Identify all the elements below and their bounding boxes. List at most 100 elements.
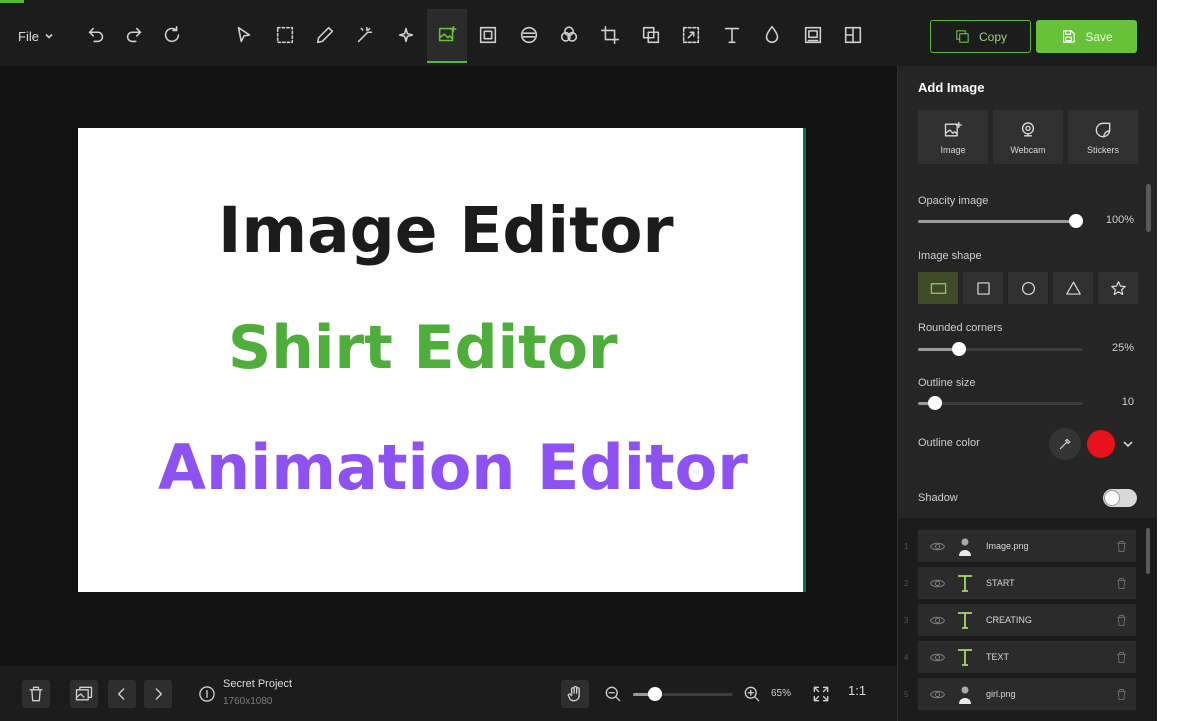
layer-row[interactable]: 3 CREATING xyxy=(904,604,1136,636)
image-add-icon xyxy=(438,25,457,42)
previous-button[interactable] xyxy=(108,680,136,708)
rounded-corners-value[interactable]: 25% xyxy=(1094,338,1134,358)
redo-button[interactable] xyxy=(121,22,147,48)
add-stickers-label: Stickers xyxy=(1086,144,1119,155)
artboard[interactable]: Image Editor Shirt Editor Animation Edit… xyxy=(78,128,806,592)
delete-layer-button[interactable] xyxy=(1106,604,1136,636)
layer-row[interactable]: 1 Image.png xyxy=(904,530,1136,562)
gallery-button[interactable] xyxy=(70,680,98,708)
canvas-text-image-editor[interactable]: Image Editor xyxy=(218,194,674,267)
properties-panel: Add Image Image Webcam Stickers Opacity … xyxy=(897,66,1157,721)
layers-scrollbar[interactable] xyxy=(1146,528,1150,574)
file-menu-label: File xyxy=(18,28,39,44)
layer-row[interactable]: 5 girl.png xyxy=(904,678,1136,710)
color-adjust-tool-button[interactable] xyxy=(556,22,582,48)
mask-icon xyxy=(520,26,538,44)
background-tool-button[interactable] xyxy=(800,22,826,48)
delete-button[interactable] xyxy=(22,680,50,708)
shape-triangle-button[interactable] xyxy=(1053,272,1093,304)
mask-tool-button[interactable] xyxy=(516,22,542,48)
save-button[interactable]: Save xyxy=(1036,20,1137,53)
canvas-text-animation-editor[interactable]: Animation Editor xyxy=(158,431,748,504)
file-menu[interactable]: File xyxy=(18,24,54,48)
actual-size-button[interactable]: 1:1 xyxy=(848,683,866,698)
marquee-tool-button[interactable] xyxy=(272,22,298,48)
delete-layer-button[interactable] xyxy=(1106,567,1136,599)
shape-square-button[interactable] xyxy=(963,272,1003,304)
shape-star-button[interactable] xyxy=(1098,272,1138,304)
frame-tool-button[interactable] xyxy=(475,22,501,48)
layer-name: girl.png xyxy=(986,689,1016,699)
layer-name: START xyxy=(986,578,1015,588)
trash-icon xyxy=(1116,614,1126,626)
zoom-slider-thumb[interactable] xyxy=(647,687,662,701)
zoom-out-button[interactable] xyxy=(599,680,627,708)
shape-rectangle-button[interactable] xyxy=(918,272,958,304)
outline-color-dropdown[interactable] xyxy=(1120,436,1136,452)
add-image-button[interactable]: Image xyxy=(918,110,988,164)
project-name[interactable]: Secret Project xyxy=(223,678,292,690)
eye-icon xyxy=(929,542,945,550)
visibility-toggle[interactable] xyxy=(922,604,952,636)
hand-icon xyxy=(567,685,580,702)
transform-tool-button[interactable] xyxy=(678,22,704,48)
crop-tool-button[interactable] xyxy=(597,22,623,48)
layout-grid-icon xyxy=(844,26,862,44)
eye-icon xyxy=(929,653,945,661)
opacity-slider[interactable] xyxy=(918,214,1083,228)
outline-size-value[interactable]: 10 xyxy=(1094,392,1134,412)
auto-enhance-tool-button[interactable] xyxy=(393,22,419,48)
eyedropper-icon xyxy=(1059,438,1071,450)
visibility-toggle[interactable] xyxy=(922,678,952,710)
magic-wand-tool-button[interactable] xyxy=(352,22,378,48)
outline-size-slider-thumb[interactable] xyxy=(927,396,942,410)
undo-button[interactable] xyxy=(83,22,109,48)
outline-size-slider[interactable] xyxy=(918,396,1083,410)
delete-layer-button[interactable] xyxy=(1106,678,1136,710)
add-stickers-button[interactable]: Stickers xyxy=(1068,110,1138,164)
shape-circle-button[interactable] xyxy=(1008,272,1048,304)
eyedropper-button[interactable] xyxy=(1049,428,1081,460)
rounded-corners-slider-thumb[interactable] xyxy=(952,342,967,356)
blur-tool-button[interactable] xyxy=(759,22,785,48)
zoom-slider[interactable] xyxy=(633,687,733,701)
layout-tool-button[interactable] xyxy=(840,22,866,48)
add-image-label: Image xyxy=(940,144,966,155)
pen-tool-button[interactable] xyxy=(312,22,338,48)
rounded-corners-slider[interactable] xyxy=(918,342,1083,356)
layer-row[interactable]: 4 TEXT xyxy=(904,641,1136,673)
next-button[interactable] xyxy=(144,680,172,708)
visibility-toggle[interactable] xyxy=(922,567,952,599)
circle-icon xyxy=(1021,281,1035,295)
opacity-slider-thumb[interactable] xyxy=(1069,214,1083,228)
layer-thumbnail xyxy=(952,681,978,707)
square-icon xyxy=(976,281,990,295)
chevron-left-icon xyxy=(118,688,125,700)
visibility-toggle[interactable] xyxy=(922,530,952,562)
fit-screen-button[interactable] xyxy=(807,680,835,708)
pan-tool-button[interactable] xyxy=(561,680,589,708)
select-tool-button[interactable] xyxy=(231,22,257,48)
add-webcam-button[interactable]: Webcam xyxy=(993,110,1063,164)
resize-tool-button[interactable] xyxy=(638,22,664,48)
zoom-in-button[interactable] xyxy=(738,680,766,708)
opacity-value[interactable]: 100% xyxy=(1094,210,1134,230)
canvas-workspace[interactable]: Image Editor Shirt Editor Animation Edit… xyxy=(0,66,897,666)
shadow-toggle[interactable] xyxy=(1103,489,1137,507)
reset-button[interactable] xyxy=(159,22,185,48)
add-image-tool-button[interactable] xyxy=(427,9,467,63)
outline-color-swatch[interactable] xyxy=(1087,430,1115,458)
panel-scrollbar[interactable] xyxy=(1146,184,1151,232)
layer-name: Image.png xyxy=(986,541,1029,551)
visibility-toggle[interactable] xyxy=(922,641,952,673)
delete-layer-button[interactable] xyxy=(1106,530,1136,562)
copy-button[interactable]: Copy xyxy=(930,20,1031,53)
layer-index: 1 xyxy=(904,541,909,551)
text-tool-button[interactable] xyxy=(719,22,745,48)
project-info-button[interactable] xyxy=(193,680,221,708)
undo-icon xyxy=(88,27,104,43)
canvas-text-shirt-editor[interactable]: Shirt Editor xyxy=(228,313,618,383)
layer-row[interactable]: 2 START xyxy=(904,567,1136,599)
delete-layer-button[interactable] xyxy=(1106,641,1136,673)
trash-icon xyxy=(1116,651,1126,663)
